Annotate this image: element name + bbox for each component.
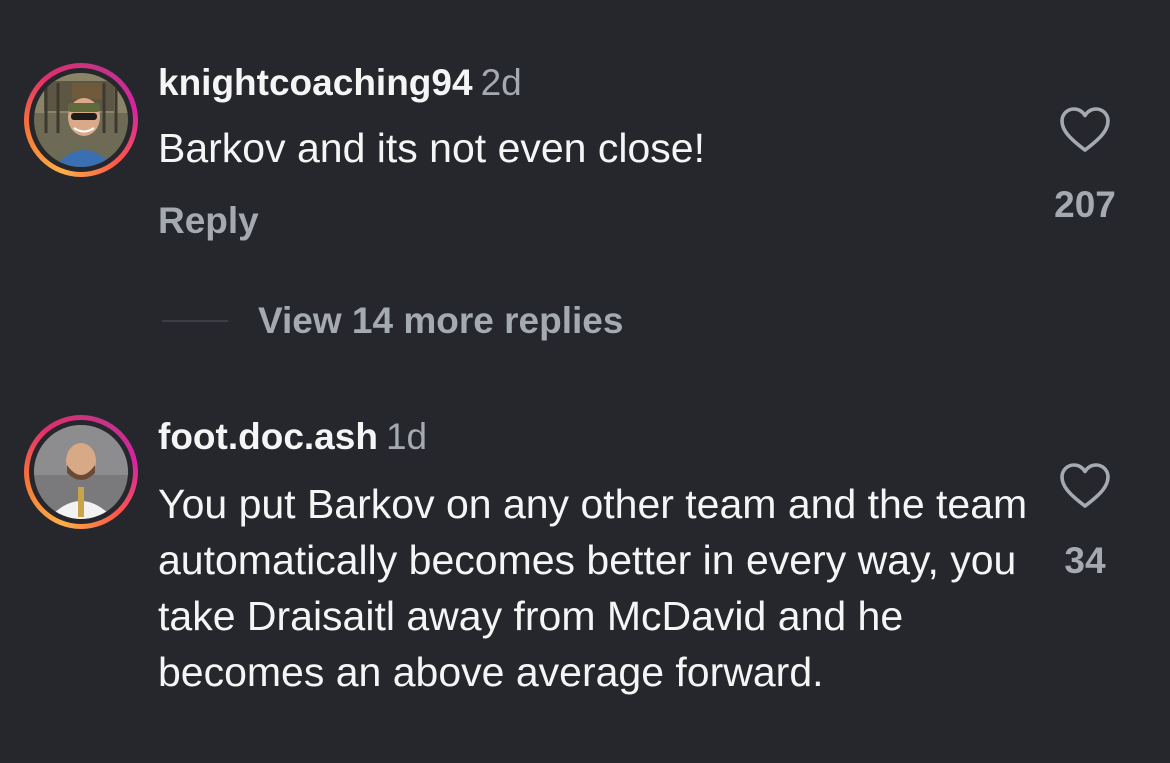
avatar[interactable] bbox=[24, 415, 138, 529]
like-count: 207 bbox=[1054, 184, 1116, 225]
view-replies-button[interactable]: View 14 more replies bbox=[162, 296, 623, 346]
comment-header: foot.doc.ash 1d bbox=[158, 416, 427, 458]
avatar-photo bbox=[34, 425, 128, 519]
avatar[interactable] bbox=[24, 63, 138, 177]
comment-text: Barkov and its not even close! bbox=[158, 125, 705, 171]
comment-text: You put Barkov on any other team and the… bbox=[158, 481, 1028, 695]
view-replies-label: View 14 more replies bbox=[258, 300, 624, 341]
avatar-photo bbox=[34, 73, 128, 167]
heart-outline-icon[interactable] bbox=[1059, 462, 1111, 510]
like-count: 34 bbox=[1064, 540, 1106, 581]
timestamp: 2d bbox=[480, 62, 522, 103]
timestamp: 1d bbox=[385, 416, 428, 457]
username[interactable]: knightcoaching94 bbox=[158, 62, 473, 103]
replies-divider bbox=[162, 320, 228, 322]
heart-outline-icon[interactable] bbox=[1059, 106, 1111, 154]
comment-header: knightcoaching94 2d bbox=[158, 62, 522, 104]
comments-screen: knightcoaching94 2d Barkov and its not ev… bbox=[0, 0, 1170, 763]
username[interactable]: foot.doc.ash bbox=[158, 416, 378, 457]
reply-button[interactable]: Reply bbox=[158, 200, 259, 242]
